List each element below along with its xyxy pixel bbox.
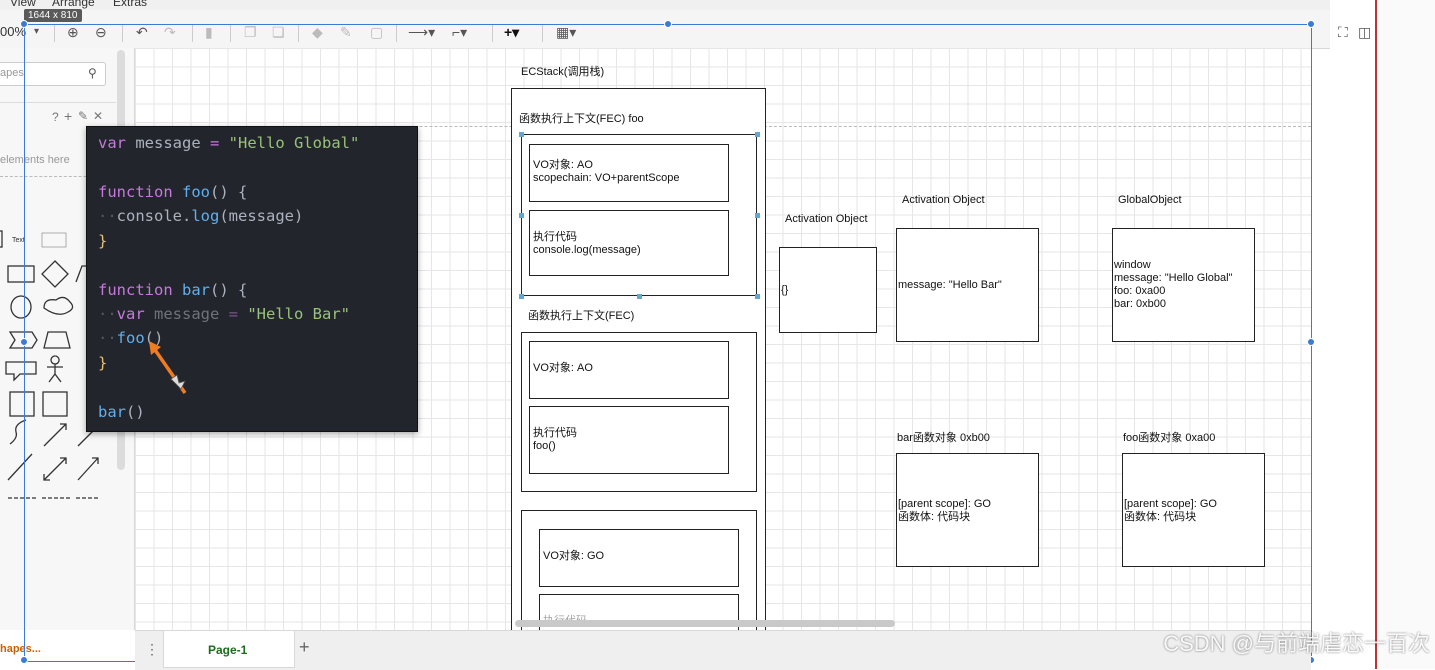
format-panel-icon[interactable]: ◫ (1358, 24, 1371, 40)
page-tab-bar: ⋮ Page-1 + (135, 630, 1311, 670)
fullscreen-icon[interactable]: ⛶ (1338, 24, 1348, 40)
menu-arrange[interactable]: Arrange (52, 0, 95, 9)
resize-handle-top[interactable] (664, 20, 672, 28)
add-page-icon[interactable]: + (299, 637, 310, 658)
resize-handle-bottom-left[interactable] (20, 656, 28, 664)
screen-right-edge (1375, 0, 1435, 669)
page-menu-icon[interactable]: ⋮ (145, 641, 159, 658)
menu-extras[interactable]: Extras (113, 0, 147, 9)
shape-rectangle[interactable] (0, 230, 3, 248)
menu-view[interactable]: View (10, 0, 36, 9)
search-placeholder: apes (0, 67, 24, 79)
resize-handle-right[interactable] (1307, 338, 1315, 346)
resize-handle-left[interactable] (20, 338, 28, 346)
selection-frame (24, 24, 1312, 662)
dimension-tooltip: 1644 x 810 (24, 9, 82, 22)
shape-text[interactable]: Text (12, 237, 25, 244)
tab-page-1[interactable]: Page-1 (163, 631, 295, 668)
menu-bar: View Arrange Extras (0, 0, 1330, 10)
resize-handle-top-left[interactable] (20, 20, 28, 28)
resize-handle-top-right[interactable] (1307, 20, 1315, 28)
tab-page-1-label: Page-1 (208, 643, 248, 657)
watermark: CSDN @与前端虐恋一百次 (1163, 631, 1430, 656)
